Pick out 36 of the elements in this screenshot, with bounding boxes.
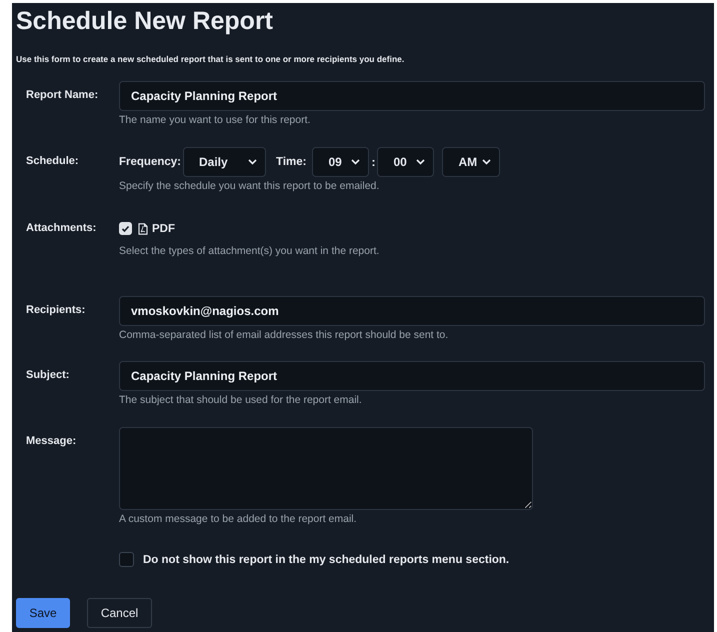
field-label: Subject: bbox=[25, 368, 70, 381]
option-label: PDF bbox=[152, 222, 175, 234]
message-field[interactable] bbox=[119, 427, 533, 510]
time-label: Time: bbox=[276, 156, 306, 168]
page-title: Schedule New Report bbox=[16, 6, 274, 36]
chevron-icon bbox=[482, 159, 492, 165]
chevron-icon bbox=[351, 159, 360, 165]
field-label: Report Name: bbox=[25, 88, 100, 101]
cancel-button[interactable]: Cancel bbox=[87, 598, 152, 628]
am-pm-select[interactable]: AM bbox=[442, 147, 500, 177]
hour-select[interactable]: 09 bbox=[312, 147, 370, 177]
field-hint: A custom message to be added to the report email. bbox=[119, 512, 358, 526]
chevron-icon bbox=[248, 159, 257, 165]
report-name-field[interactable]: Capacity Planning Report bbox=[119, 81, 705, 111]
frequency-label: Frequency: bbox=[119, 156, 181, 168]
save-button[interactable]: Save bbox=[16, 598, 70, 628]
checkbox[interactable] bbox=[119, 552, 134, 567]
time-separator: : bbox=[371, 155, 376, 169]
field-hint: The name you want to use for this report. bbox=[119, 113, 312, 127]
minute-select[interactable]: 00 bbox=[377, 147, 434, 177]
checkmark-icon bbox=[121, 224, 130, 232]
field-label: Schedule: bbox=[25, 154, 80, 167]
document-icon bbox=[138, 222, 148, 234]
field-label: Message: bbox=[25, 434, 78, 447]
field-label: Attachments: bbox=[25, 221, 98, 234]
field-label: Recipients: bbox=[25, 303, 86, 316]
field-hint: Specify the schedule you want this report to be emailed. bbox=[119, 179, 380, 193]
recipients-field[interactable]: vmoskovkin@nagios.com bbox=[119, 296, 705, 326]
subject-field[interactable]: Capacity Planning Report bbox=[119, 361, 705, 391]
checkbox-label: Do not show this report in the my scheduled reports menu section. bbox=[143, 554, 510, 566]
field-hint: Select the types of attachment(s) you want in the report. bbox=[119, 244, 380, 258]
field-hint: Comma-separated list of email addresses this report should be sent to. bbox=[119, 328, 450, 342]
frequency-select[interactable]: Daily bbox=[183, 147, 266, 177]
field-hint: The subject that should be used for the report email. bbox=[119, 393, 363, 407]
chevron-icon bbox=[416, 159, 426, 165]
form-description: Use this form to create a new scheduled report that is sent to one or more recipients you define. bbox=[16, 54, 406, 64]
